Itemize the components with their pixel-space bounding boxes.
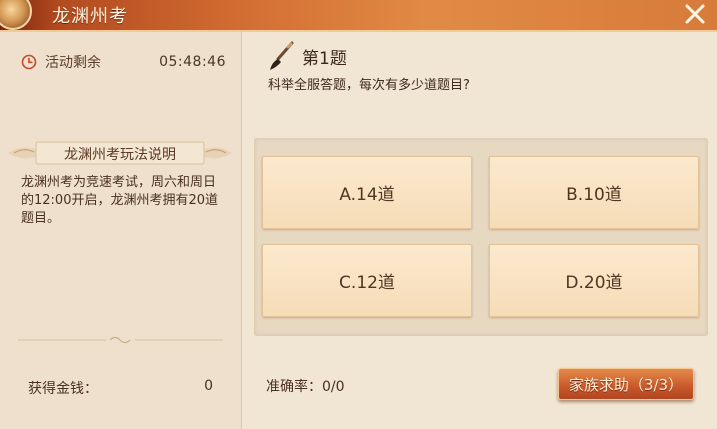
option-b-button[interactable]: B.10道 (489, 156, 699, 229)
rules-title: 龙渊州考玩法说明 (64, 147, 176, 163)
quiz-panel: 第1题 科举全服答题，每次有多少道题目? A.14道 B.10道 C.12道 D… (242, 32, 717, 429)
info-sidebar: 活动剩余 05:48:46 龙渊州考玩法说明 龙渊州考为竞速考试，周六和周日的1… (0, 32, 242, 429)
money-value: 0 (204, 378, 213, 394)
family-help-button[interactable]: 家族求助（3/3） (558, 368, 694, 400)
clock-icon (21, 54, 37, 70)
money-label: 获得金钱： (28, 381, 98, 397)
activity-timer: 活动剩余 05:48:46 (21, 52, 226, 72)
rules-description: 龙渊州考为竞速考试，周六和周日的12:00开启，龙渊州考拥有20道题目。 (21, 175, 219, 226)
answer-options: A.14道 B.10道 C.12道 D.20道 (254, 138, 708, 336)
question-header: 第1题 (266, 38, 347, 74)
option-d-button[interactable]: D.20道 (489, 244, 699, 317)
timer-value: 05:48:46 (159, 54, 226, 70)
rules-banner: 龙渊州考玩法说明 (8, 140, 232, 166)
close-icon (685, 4, 705, 24)
accuracy-text: 准确率：0/0 (266, 379, 345, 395)
question-number: 第1题 (302, 48, 347, 69)
close-button[interactable] (681, 0, 709, 28)
money-earned: 获得金钱： 0 (28, 378, 213, 398)
brush-icon (270, 41, 294, 70)
question-text: 科举全服答题，每次有多少道题目? (268, 78, 470, 93)
option-a-button[interactable]: A.14道 (262, 156, 472, 229)
timer-label: 活动剩余 (45, 55, 101, 71)
option-c-button[interactable]: C.12道 (262, 244, 472, 317)
emblem-icon (0, 0, 32, 30)
ornament-divider (18, 336, 223, 344)
window-title: 龙渊州考 (52, 6, 128, 27)
title-bar: 龙渊州考 (0, 0, 717, 32)
